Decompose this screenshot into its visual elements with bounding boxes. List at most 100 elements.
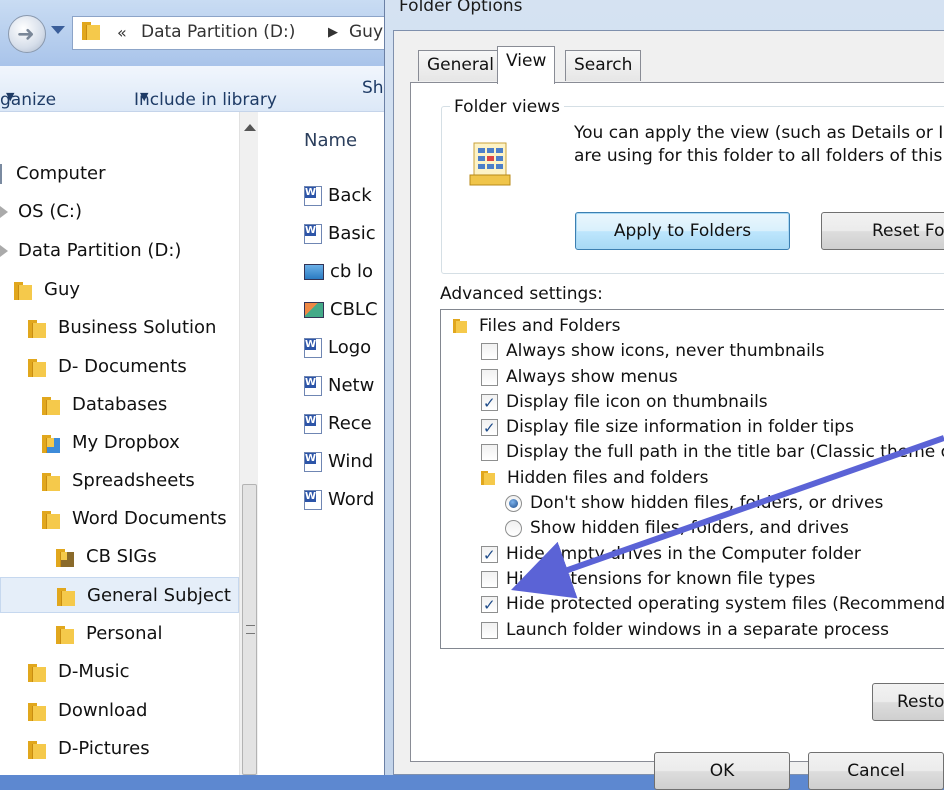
file-item[interactable]: CBLC [304,299,378,325]
tab-view[interactable]: View [497,46,556,84]
adv-always-show-menus[interactable]: Always show menus [481,365,678,390]
tree-item-d-music[interactable]: D-Music [28,654,130,690]
file-item[interactable]: Rece [304,413,372,439]
expand-arrow-icon[interactable] [0,245,8,257]
tree-item-download[interactable]: Download [28,693,147,729]
command-bar: ganize ▼ Include in library ▼ Sh [0,66,384,112]
folder-icon [42,509,60,529]
word-doc-icon [304,186,322,206]
word-doc-icon [304,490,322,510]
tree-item-computer[interactable]: Computer [0,156,105,192]
folder-icon [42,471,60,491]
expand-arrow-icon[interactable] [0,206,8,218]
recent-pages-dropdown-icon[interactable] [51,26,65,34]
tree-item-data-partition[interactable]: Data Partition (D:) [0,233,181,269]
tree-item-d-pictures[interactable]: D-Pictures [28,731,150,767]
checkbox[interactable] [481,570,498,588]
tree-item-databases[interactable]: Databases [42,387,167,423]
ok-button[interactable]: OK [654,752,790,790]
adv-display-file-icon-on-thumbnails[interactable]: Display file icon on thumbnails [481,390,768,416]
checkbox-checked[interactable] [481,593,498,618]
checkbox[interactable] [481,621,498,639]
adv-launch-separate-process[interactable]: Launch folder windows in a separate proc… [481,618,889,643]
share-button[interactable]: Sh [362,78,384,98]
advanced-settings-list[interactable]: Files and Folders Always show icons, nev… [440,309,944,649]
folder-views-title: Folder views [450,97,564,117]
tree-item-spreadsheets[interactable]: Spreadsheets [42,463,195,499]
checkbox-checked[interactable] [481,416,498,441]
advanced-settings-label: Advanced settings: [440,284,603,304]
folder-views-description-line2: are using for this folder to all folders… [574,146,944,166]
file-item[interactable]: Word [304,489,374,515]
scrollbar-thumb[interactable] [242,484,257,775]
locked-folder-icon [56,547,74,567]
cancel-button[interactable]: Cancel [808,752,944,790]
checkbox[interactable] [481,342,498,360]
folder-icon [82,22,100,40]
tab-general[interactable]: General [418,50,503,81]
folder-icon [28,701,46,721]
adv-hide-empty-drives[interactable]: Hide empty drives in the Computer folder [481,542,861,568]
file-item[interactable]: Basic [304,223,376,249]
tree-scrollbar[interactable] [239,112,258,775]
tree-item-my-dropbox[interactable]: My Dropbox [42,425,180,461]
file-item[interactable]: Wind [304,451,373,477]
folder-icon [28,662,46,682]
folder-icon [56,624,74,644]
tab-search[interactable]: Search [565,50,642,81]
folder-icon [57,586,75,606]
file-item[interactable]: cb lo [304,261,373,287]
adv-hide-extensions[interactable]: Hide extensions for known file types [481,567,815,592]
explorer-window: ➜ « Data Partition (D:) ▶ Guy ganize ▼ In… [0,0,384,775]
checkbox[interactable] [481,368,498,386]
address-bar-row: ➜ « Data Partition (D:) ▶ Guy [0,0,384,66]
tree-item-general-subject[interactable]: General Subject [0,577,239,613]
folder-icon [28,357,46,377]
back-arrow-icon: ➜ [17,22,35,46]
reset-folders-button[interactable]: Reset Fo [821,212,944,250]
adv-display-full-path[interactable]: Display the full path in the title bar (… [481,440,944,465]
address-bar[interactable]: « Data Partition (D:) ▶ Guy [72,16,384,50]
adv-always-show-icons[interactable]: Always show icons, never thumbnails [481,339,824,364]
scroll-up-arrow-icon[interactable] [244,124,256,131]
dropdown-arrow-icon: ▼ [6,90,15,103]
folder-icon [28,739,46,759]
folder-icon [28,318,46,338]
tree-item-personal[interactable]: Personal [56,616,163,652]
adv-hide-protected-os-files[interactable]: Hide protected operating system files (R… [481,592,944,618]
apply-to-folders-button[interactable]: Apply to Folders [575,212,790,250]
column-header-name[interactable]: Name [304,130,357,151]
dialog-title: Folder Options [399,0,523,16]
file-item[interactable]: Back [304,185,372,211]
computer-icon [0,164,6,184]
address-overflow-chevron[interactable]: « [117,23,127,42]
tree-item-d-documents[interactable]: D- Documents [28,349,187,385]
tree-item-business-solution[interactable]: Business Solution [28,310,216,346]
back-button[interactable]: ➜ [8,15,46,53]
checkbox-checked[interactable] [481,391,498,416]
tree-item-cb-sigs[interactable]: CB SIGs [56,539,157,575]
word-doc-icon [304,338,322,358]
address-segment-data-partition[interactable]: Data Partition (D:) [141,22,295,42]
adv-dont-show-hidden[interactable]: Don't show hidden files, folders, or dri… [505,491,883,516]
dropdown-arrow-icon: ▼ [140,90,149,103]
address-segment-guy[interactable]: Guy [349,22,383,42]
tree-item-word-documents[interactable]: Word Documents [42,501,227,537]
tree-item-guy[interactable]: Guy [14,272,80,308]
picture-file-icon [304,302,324,318]
address-separator-icon[interactable]: ▶ [328,25,338,40]
restore-defaults-button[interactable]: Resto [872,683,944,721]
checkbox[interactable] [481,443,498,461]
folder-icon [453,319,467,333]
checkbox-checked[interactable] [481,543,498,568]
file-item[interactable]: Netw [304,375,374,401]
word-doc-icon [304,414,322,434]
radio[interactable] [505,519,522,537]
file-item[interactable]: Logo [304,337,371,363]
radio-selected[interactable] [505,494,522,512]
adv-show-hidden[interactable]: Show hidden files, folders, and drives [505,516,849,541]
tree-item-os-c[interactable]: OS (C:) [0,194,82,230]
folder-icon [42,395,60,415]
adv-display-file-size-info[interactable]: Display file size information in folder … [481,415,854,441]
folder-icon [14,280,32,300]
